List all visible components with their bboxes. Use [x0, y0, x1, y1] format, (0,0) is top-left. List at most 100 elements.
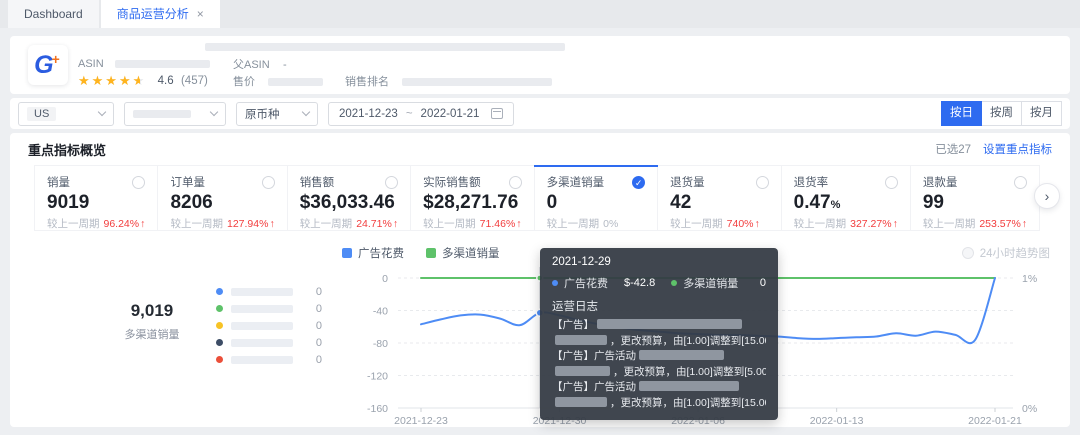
up-arrow-icon: ↑	[1021, 218, 1028, 230]
log-text: 【广告】	[552, 319, 594, 331]
selected-count: 已选27	[935, 144, 971, 156]
legend-label-redacted	[231, 355, 293, 364]
metric-card[interactable]: 退货率 0.47% 较上一周期 327.27%↑	[781, 166, 911, 230]
mini-legend: 0 0 0 0 0	[216, 283, 322, 368]
metric-card[interactable]: 多渠道销量 ✓ 0 较上一周期 0%	[533, 165, 659, 230]
tooltip-date: 2021-12-29	[552, 256, 611, 268]
log-line: ，更改预算，由[1.00]调整到[15.00]	[552, 334, 766, 350]
radio-icon[interactable]	[132, 175, 146, 189]
radio-icon[interactable]	[508, 175, 522, 189]
tab-dashboard[interactable]: Dashboard	[8, 0, 99, 28]
currency-select[interactable]: 原币种	[236, 101, 318, 126]
rating-row: ★★★★★ ★★★★★ 4.6 (457)	[78, 73, 208, 88]
metric-value: $28,271.76	[423, 192, 519, 213]
metric-label: 实际销售额	[423, 177, 481, 189]
chevron-down-icon	[209, 107, 219, 117]
currency-label: 原币种	[245, 108, 280, 121]
tab-product-analysis[interactable]: 商品运营分析 ×	[100, 0, 220, 28]
metrics-section-head: 重点指标概览 已选27 设置重点指标	[10, 133, 1070, 165]
country-tag: US	[27, 106, 57, 121]
parent-asin-value: -	[283, 59, 287, 71]
date-end: 2022-01-21	[420, 107, 480, 120]
chevron-right-icon[interactable]: ›	[1034, 183, 1060, 209]
section-title: 重点指标概览	[28, 142, 107, 158]
metric-card[interactable]: 实际销售额 $28,271.76 较上一周期 71.46%↑	[411, 166, 535, 230]
legend-dot-icon	[216, 288, 223, 295]
mini-legend-row: 0	[216, 317, 322, 334]
store-select[interactable]	[124, 101, 226, 126]
metric-label: 销售额	[299, 177, 335, 189]
tab-label: Dashboard	[24, 7, 83, 21]
date-range-picker[interactable]: 2021-12-23 ~ 2022-01-21	[328, 101, 515, 126]
radio-icon[interactable]	[884, 175, 898, 189]
log-line: 【广告】广告活动	[552, 349, 766, 365]
radio-icon[interactable]	[385, 175, 399, 189]
metric-card[interactable]: 退货量 42 较上一周期 740%↑	[658, 166, 782, 230]
log-line: 【广告】	[552, 318, 766, 334]
tab-bar: Dashboard 商品运营分析 ×	[0, 0, 1080, 28]
star-rating-icon: ★★★★★ ★★★★★	[78, 72, 147, 88]
granularity-day-button[interactable]: 按日	[941, 101, 982, 126]
metric-cards-row: 销量 9019 较上一周期 96.24%↑ 订单量 8206 较上一周期 127.94%↑ 销售…	[34, 165, 1041, 231]
metric-card[interactable]: 销售额 $36,033.46 较上一周期 24.71%↑	[287, 166, 412, 230]
metric-change: 较上一周期 253.57%↑	[922, 218, 1028, 230]
date-separator: ~	[405, 107, 413, 120]
svg-text:2022-01-13: 2022-01-13	[810, 415, 864, 427]
radio-icon[interactable]	[1014, 175, 1028, 189]
logo-plus: +	[51, 51, 60, 67]
tooltip-series-row: 广告花费 $-42.8 多渠道销量 0	[552, 275, 766, 291]
metric-label: 退款量	[922, 177, 958, 189]
asin-value-redacted	[115, 59, 211, 68]
svg-text:0%: 0%	[1022, 403, 1037, 415]
metric-change: 较上一周期 71.46%↑	[423, 218, 522, 230]
tooltip-series-label: 多渠道销量	[683, 278, 739, 290]
legend-value: 0	[315, 285, 322, 298]
metric-label: 多渠道销量	[546, 177, 605, 189]
radio-icon[interactable]	[261, 175, 275, 189]
country-select[interactable]: US	[18, 101, 114, 126]
metric-change: 较上一周期 96.24%↑	[47, 218, 146, 230]
rating-count: (457)	[180, 75, 208, 87]
up-arrow-icon: ↑	[754, 218, 760, 230]
metric-value: 42	[670, 192, 692, 213]
sales-rank-row: 销售排名	[345, 73, 553, 89]
up-arrow-icon: ↑	[516, 218, 522, 230]
radio-checked-icon[interactable]: ✓	[632, 175, 646, 189]
log-text-redacted	[639, 350, 724, 360]
metric-change: 较上一周期 327.27%↑	[793, 218, 898, 230]
metric-card[interactable]: 退款量 99 较上一周期 253.57%↑	[910, 166, 1041, 230]
sales-rank-label: 销售排名	[345, 76, 389, 88]
up-arrow-icon: ↑	[892, 218, 898, 230]
parent-asin-label: 父ASIN	[233, 59, 270, 71]
chart-tooltip: 2021-12-29 广告花费 $-42.8 多渠道销量 0 运营日志 【广告】…	[540, 248, 778, 420]
log-text: ，更改预算，由[1.00]调整到[15.00]	[610, 334, 766, 347]
log-text-redacted	[555, 334, 607, 345]
date-start: 2021-12-23	[339, 107, 398, 120]
legend-value: 0	[315, 336, 322, 349]
tooltip-series-value: 0	[759, 277, 766, 289]
legend-value: 0	[315, 302, 322, 315]
up-arrow-icon: ↑	[392, 218, 399, 230]
chart-summary: 9,019 多渠道销量	[72, 301, 232, 342]
metric-label: 订单量	[170, 177, 205, 189]
svg-text:2022-01-21: 2022-01-21	[968, 415, 1022, 427]
calendar-icon	[491, 108, 504, 119]
metric-label: 退货量	[670, 177, 705, 189]
metric-value: $36,033.46	[299, 192, 395, 213]
metric-card[interactable]: 订单量 8206 较上一周期 127.94%↑	[158, 166, 288, 230]
product-title-redacted	[205, 43, 565, 51]
legend-label-redacted	[231, 338, 293, 347]
granularity-week-button[interactable]: 按周	[981, 101, 1022, 126]
log-line: ，更改预算，由[1.00]调整到[5.00]	[552, 365, 766, 381]
radio-icon[interactable]	[755, 175, 769, 189]
close-icon[interactable]: ×	[197, 7, 204, 21]
metric-value: 0	[546, 192, 558, 213]
set-key-metrics-link[interactable]: 设置重点指标	[983, 141, 1052, 157]
log-text: 【广告】广告活动	[552, 350, 636, 362]
granularity-month-button[interactable]: 按月	[1021, 101, 1062, 126]
legend-value: 0	[315, 319, 322, 332]
log-text-redacted	[555, 365, 610, 376]
metric-card[interactable]: 销量 9019 较上一周期 96.24%↑	[34, 166, 159, 230]
svg-text:-40: -40	[373, 306, 388, 318]
legend-label-redacted	[231, 304, 293, 313]
